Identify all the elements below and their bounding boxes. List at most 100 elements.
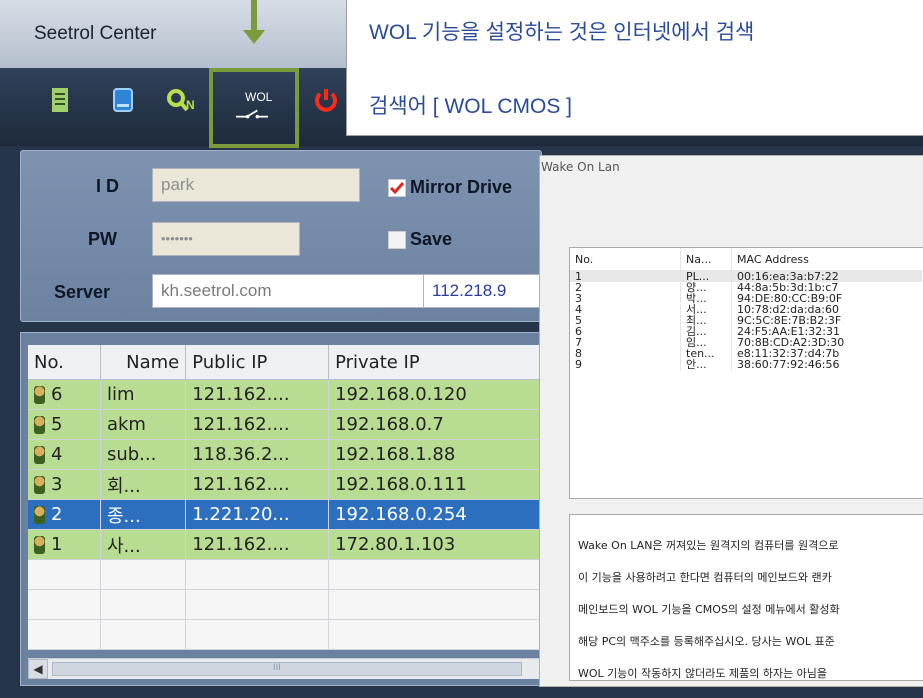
table-row[interactable]: 1 사... 121.162.... 172.80.1.103 [28,529,548,560]
row-number: 5 [51,414,63,435]
column-header-name[interactable]: Name [100,345,187,380]
power-icon[interactable] [310,82,342,118]
server-field[interactable]: kh.seetrol.com [152,274,424,308]
empty-cell [100,619,187,650]
table-row[interactable]: 6 lim 121.162.... 192.168.0.120 [28,379,548,410]
empty-cell [328,559,548,590]
mac-row[interactable]: 8 ten... e8:11:32:37:d4:7b [570,348,922,359]
mac-cell-name: 김... [680,326,732,337]
cell-name: 종... [100,499,187,530]
table-row[interactable]: 5 akm 121.162.... 192.168.0.7 [28,409,548,440]
cell-name: 사... [100,529,187,560]
mac-column-header-no[interactable]: No. [570,248,681,271]
computer-table: No. Name Public IP Private IP 6 lim 121.16… [28,345,548,650]
id-field[interactable]: park [152,168,360,202]
scroll-thumb[interactable]: III [52,662,522,676]
wol-switch-icon[interactable] [236,104,268,124]
mac-row[interactable]: 9 안... 38:60:77:92:46:56 [570,359,922,370]
user-icon [34,506,45,524]
table-row[interactable]: 4 sub... 118.36.2... 192.168.1.88 [28,439,548,470]
mac-cell-name: 안... [680,359,732,370]
mac-cell-mac: 70:8B:CD:A2:3D:30 [737,337,845,348]
empty-cell [100,589,187,620]
horizontal-scrollbar[interactable]: ◀ III [28,658,540,679]
mac-cell-mac: 9C:5C:8E:7B:B2:3F [737,315,842,326]
mac-cell-mac: 94:DE:80:CC:B9:0F [737,293,843,304]
mac-row[interactable]: 2 양... 44:8a:5b:3d:1b:c7 [570,282,922,293]
server-ip-field[interactable]: 112.218.9 [424,274,540,308]
mac-row[interactable]: 7 임... 70:8B:CD:A2:3D:30 [570,337,922,348]
id-label: I D [96,176,120,196]
mac-cell-name: 양... [680,282,732,293]
mac-cell-name: 임... [680,337,732,348]
mac-cell-no: 9 [570,359,681,370]
monitor-icon[interactable] [107,82,139,118]
checkmark-icon [389,182,405,195]
column-header-no[interactable]: No. [28,345,101,380]
wol-button-label: WOL [245,90,273,104]
app-title: Seetrol Center [34,23,157,44]
mac-cell-mac: e8:11:32:37:d4:7b [737,348,840,359]
mac-cell-no: 7 [570,337,681,348]
empty-row [28,589,548,620]
cell-name: 회... [100,469,187,500]
table-row[interactable]: 3 회... 121.162.... 192.168.0.111 [28,469,548,500]
empty-cell [328,619,548,650]
description-line: 해당 PC의 맥주소를 등록해주십시오. 당사는 WOL 표준 [578,635,835,648]
dialog-title: Wake On Lan [541,160,620,174]
search-icon[interactable]: N [164,82,204,118]
cell-no: 5 [28,409,101,440]
mac-cell-no: 1 [570,270,681,282]
arrow-down-icon [243,30,265,44]
mirror-drive-checkbox[interactable] [388,179,406,197]
scroll-left-icon[interactable]: ◀ [28,659,48,679]
mac-row[interactable]: 5 최... 9C:5C:8E:7B:B2:3F [570,315,922,326]
wol-description-box: Wake On LAN은 꺼져있는 원격지의 컴퓨터를 원격으로 이 기능을 사… [569,514,923,681]
column-header-public-ip[interactable]: Public IP [185,345,330,380]
row-number: 4 [51,444,63,465]
user-icon [34,476,45,494]
cell-public-ip: 118.36.2... [185,439,330,470]
mac-cell-mac: 10:78:d2:da:da:60 [737,304,839,315]
pw-label: PW [88,229,117,249]
cell-no: 1 [28,529,101,560]
mac-cell-name: 최... [680,315,732,326]
server-label: Server [54,282,111,302]
arrow-shaft [251,0,257,34]
description-line: Wake On LAN은 꺼져있는 원격지의 컴퓨터를 원격으로 [578,539,839,552]
cell-no: 3 [28,469,101,500]
mac-row[interactable]: 3 박... 94:DE:80:CC:B9:0F [570,293,922,304]
table-row[interactable]: 2 종... 1.221.20... 192.168.0.254 [28,499,548,530]
row-number: 3 [51,474,63,495]
description-line: 이 기능을 사용하려고 한다면 컴퓨터의 메인보드와 랜카 [578,571,832,584]
scroll-grip: III [273,663,281,673]
description-line: 메인보드의 WOL 기능을 CMOS의 설정 메뉴에서 활성화 [578,603,840,616]
cell-public-ip: 121.162.... [185,409,330,440]
cell-no: 2 [28,499,101,530]
mac-column-header-address[interactable]: MAC Address [731,248,922,271]
empty-cell [185,589,330,620]
empty-row [28,559,548,590]
callout-line-1: WOL 기능을 설정하는 것은 인터넷에서 검색 [369,21,755,44]
mac-cell-no: 5 [570,315,681,326]
mac-row[interactable]: 6 김... 24:F5:AA:E1:32:31 [570,326,922,337]
document-icon[interactable] [44,82,76,118]
empty-cell [100,559,187,590]
save-checkbox[interactable] [388,231,406,249]
mac-column-header-name[interactable]: Na... [680,248,732,271]
cell-name: sub... [100,439,187,470]
empty-cell [28,589,101,620]
cell-name: akm [100,409,187,440]
mac-row[interactable]: 4 서... 10:78:d2:da:da:60 [570,304,922,315]
mac-row[interactable]: 1 PL... 00:16:ea:3a:b7:22 [570,270,922,282]
empty-cell [185,619,330,650]
cell-public-ip: 121.162.... [185,469,330,500]
mirror-drive-label: Mirror Drive [410,177,513,197]
mac-cell-no: 3 [570,293,681,304]
mac-cell-name: 박... [680,293,732,304]
save-label: Save [410,229,453,249]
user-icon [34,416,45,434]
password-field[interactable]: ••••••• [152,222,300,256]
svg-text:N: N [186,98,195,112]
column-header-private-ip[interactable]: Private IP [328,345,548,380]
